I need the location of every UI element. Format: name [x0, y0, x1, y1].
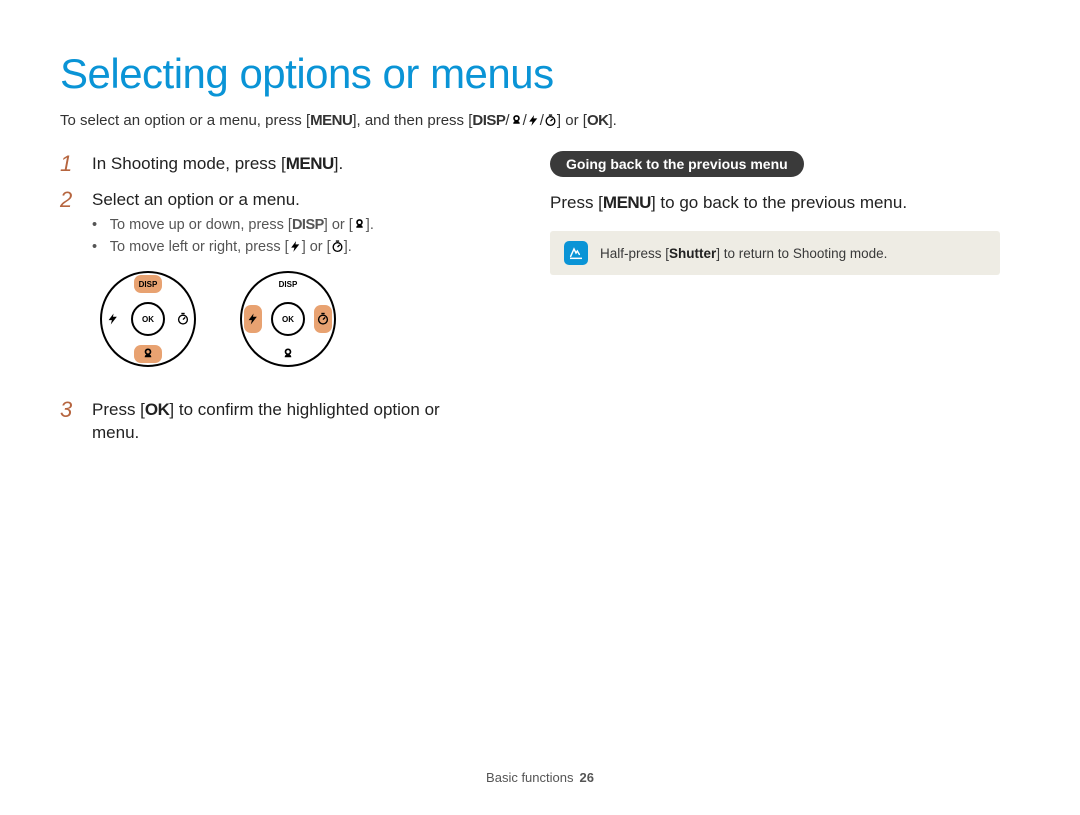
intro-text: ]. — [608, 112, 616, 129]
step-text-part: Select an option or a menu. — [92, 190, 300, 209]
ok-label: OK — [145, 400, 170, 419]
bullet-text: ]. — [344, 239, 352, 255]
macro-icon — [353, 218, 366, 231]
step-text-part: Press [ — [92, 400, 145, 419]
menu-label: MENU — [310, 112, 352, 129]
disp-label: DISP — [279, 280, 298, 289]
note-text: Half-press [Shutter] to return to Shooti… — [600, 246, 887, 261]
page-number: 26 — [579, 770, 593, 785]
intro-text: To select an option or a menu, press [ — [60, 112, 310, 129]
timer-icon — [544, 114, 557, 127]
step-1: 1 In Shooting mode, press [MENU]. — [60, 151, 490, 177]
step-text: Select an option or a menu. To move up o… — [92, 187, 374, 387]
dial-horizontal-icon: DISP OK — [238, 269, 338, 369]
step-number: 2 — [60, 187, 78, 387]
flash-icon — [289, 240, 302, 253]
note-text-part: ] to return to Shooting mode. — [716, 246, 887, 261]
macro-icon — [510, 114, 523, 127]
page-title: Selecting options or menus — [60, 50, 1020, 98]
intro-text: ] or [ — [557, 112, 587, 129]
step-number: 1 — [60, 151, 78, 177]
right-column: Going back to the previous menu Press [M… — [550, 151, 1000, 455]
footer-section: Basic functions — [486, 770, 573, 785]
disp-label: DISP — [292, 217, 324, 233]
disp-label: DISP — [139, 280, 158, 289]
bullet-text: ] or [ — [302, 239, 331, 255]
step-text: Press [OK] to confirm the highlighted op… — [92, 397, 490, 445]
list-item: To move up or down, press [DISP] or []. — [106, 216, 374, 236]
step-text-part: ]. — [334, 154, 343, 173]
timer-icon — [331, 240, 344, 253]
left-column: 1 In Shooting mode, press [MENU]. 2 Sele… — [60, 151, 490, 455]
dial-illustrations: DISP OK — [92, 269, 374, 369]
section-heading-pill: Going back to the previous menu — [550, 151, 804, 177]
body-text-part: Press [ — [550, 193, 603, 212]
manual-page: Selecting options or menus To select an … — [0, 0, 1080, 815]
flash-icon — [527, 114, 540, 127]
page-footer: Basic functions 26 — [0, 770, 1080, 785]
menu-label: MENU — [286, 154, 334, 173]
intro-text: ], and then press [ — [352, 112, 472, 129]
step-2: 2 Select an option or a menu. To move up… — [60, 187, 490, 387]
two-column-layout: 1 In Shooting mode, press [MENU]. 2 Sele… — [60, 151, 1020, 455]
bullet-text: To move left or right, press [ — [110, 239, 289, 255]
bullet-text: ] or [ — [324, 217, 353, 233]
step-number: 3 — [60, 397, 78, 445]
disp-label: DISP — [472, 112, 505, 129]
bullet-text: ]. — [366, 217, 374, 233]
step-text-part: In Shooting mode, press [ — [92, 154, 286, 173]
step-3: 3 Press [OK] to confirm the highlighted … — [60, 397, 490, 445]
note-icon — [564, 241, 588, 265]
list-item: To move left or right, press [ ] or []. — [106, 238, 374, 258]
note-text-part: Half-press [ — [600, 246, 669, 261]
note-box: Half-press [Shutter] to return to Shooti… — [550, 231, 1000, 275]
body-text-part: ] to go back to the previous menu. — [651, 193, 907, 212]
shutter-label: Shutter — [669, 246, 716, 261]
intro-line: To select an option or a menu, press [ME… — [60, 112, 1020, 129]
ok-label: OK — [282, 315, 294, 324]
sub-bullet-list: To move up or down, press [DISP] or []. … — [92, 216, 374, 257]
dial-vertical-icon: DISP OK — [98, 269, 198, 369]
ok-label: OK — [142, 315, 154, 324]
bullet-text: To move up or down, press [ — [110, 217, 292, 233]
menu-label: MENU — [603, 193, 651, 212]
step-text: In Shooting mode, press [MENU]. — [92, 151, 343, 177]
right-body-text: Press [MENU] to go back to the previous … — [550, 193, 1000, 213]
ok-label: OK — [587, 112, 609, 129]
